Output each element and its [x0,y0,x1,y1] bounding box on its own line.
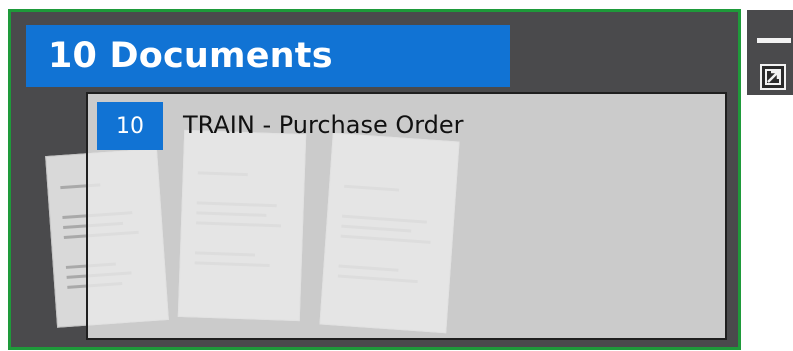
tile-side-toolbar [747,10,793,95]
document-count-badge: 10 [97,102,163,150]
minimize-bar [757,38,791,43]
expand-icon[interactable] [760,64,786,90]
document-group-title[interactable]: TRAIN - Purchase Order [183,108,464,142]
arrow-up-right-icon [767,70,780,83]
tile-header-title: 10 Documents [26,25,510,87]
document-group-card[interactable]: 10 TRAIN - Purchase Order [86,92,727,340]
minimize-icon[interactable] [757,35,791,45]
document-tile[interactable]: 10 Documents 10 TRAIN - Purchase Order [8,9,741,350]
document-tile-widget: 10 Documents 10 TRAIN - Purchase Order [0,0,793,351]
